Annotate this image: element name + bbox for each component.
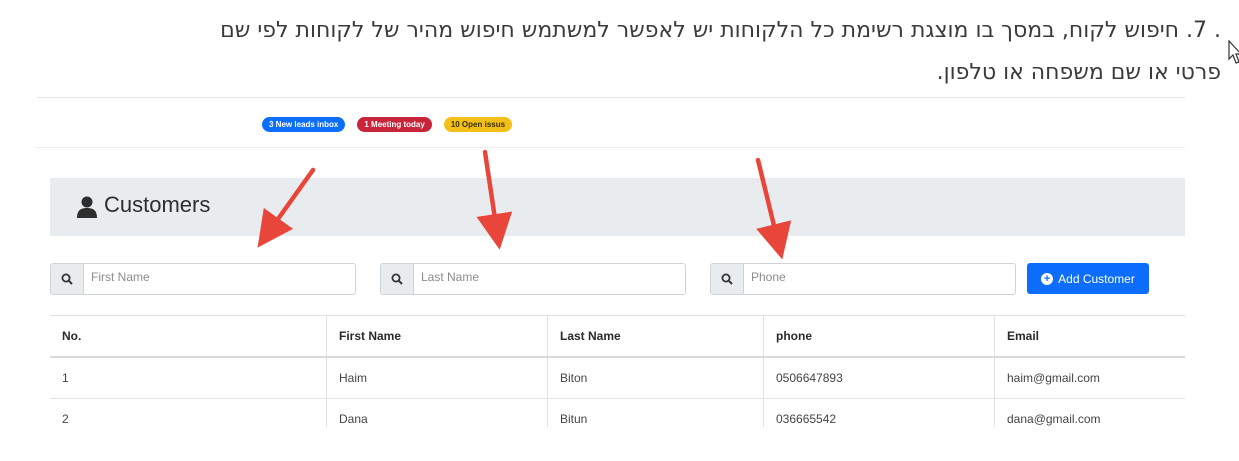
column-header-last-name[interactable]: Last Name (547, 315, 764, 358)
table-header-row: No. First Name Last Name phone Email (50, 315, 1185, 358)
search-icon (381, 264, 414, 294)
badge-meeting-today[interactable]: 1 Meeting today (357, 117, 432, 132)
cell-email: dana@gmail.com (994, 398, 1185, 427)
search-icon (711, 264, 744, 294)
first-name-input[interactable] (89, 269, 293, 285)
instruction-line-2: פרטי או שם משפחה או טלפון. (936, 60, 1221, 85)
page-header: Customers (50, 178, 1185, 236)
divider (37, 97, 1185, 98)
mouse-cursor-icon (1228, 40, 1239, 64)
badge-new-leads[interactable]: 3 New leads inbox (262, 117, 346, 132)
cell-first-name: Dana (326, 398, 548, 427)
column-header-first-name[interactable]: First Name (326, 315, 548, 358)
add-customer-label: Add Customer (1058, 271, 1135, 286)
cell-email: haim@gmail.com (994, 357, 1185, 399)
phone-input[interactable] (749, 269, 953, 285)
customers-table: No. First Name Last Name phone Email 1 H… (50, 315, 1185, 427)
table-row[interactable]: 1 Haim Biton 0506647893 haim@gmail.com (50, 357, 1185, 399)
cell-last-name: Biton (547, 357, 764, 399)
cell-no: 1 (50, 357, 327, 399)
badge-open-issues[interactable]: 10 Open issus (443, 117, 513, 132)
page-title: Customers (104, 192, 211, 217)
divider (37, 147, 1185, 148)
cell-phone: 036665542 (763, 398, 995, 427)
app-screenshot: 3 New leads inbox 1 Meeting today 10 Ope… (37, 97, 1185, 427)
cell-last-name: Bitun (547, 398, 764, 427)
column-header-phone[interactable]: phone (763, 315, 995, 358)
column-header-no[interactable]: No. (50, 315, 327, 358)
instruction-text: . 7. חיפוש לקוח, במסך בו מוצגת רשימת כל … (71, 10, 1221, 94)
cell-first-name: Haim (326, 357, 548, 399)
phone-search (710, 263, 1016, 295)
first-name-search (50, 263, 356, 295)
search-icon (51, 264, 84, 294)
add-customer-button[interactable]: + Add Customer (1027, 263, 1149, 294)
user-icon (77, 196, 97, 218)
notification-badges: 3 New leads inbox 1 Meeting today 10 Ope… (262, 117, 513, 132)
cell-no: 2 (50, 398, 327, 427)
plus-circle-icon: + (1041, 272, 1054, 285)
table-row[interactable]: 2 Dana Bitun 036665542 dana@gmail.com (50, 398, 1185, 427)
instruction-line-1: . 7. חיפוש לקוח, במסך בו מוצגת רשימת כל … (220, 18, 1221, 43)
column-header-email[interactable]: Email (994, 315, 1185, 358)
cell-phone: 0506647893 (763, 357, 995, 399)
last-name-search (380, 263, 686, 295)
last-name-input[interactable] (419, 269, 623, 285)
